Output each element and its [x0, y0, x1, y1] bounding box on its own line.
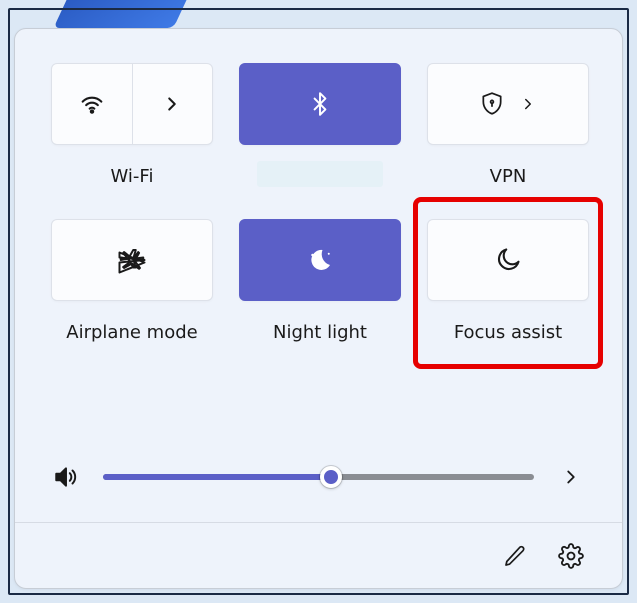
focus-assist-tile[interactable]: [427, 219, 589, 301]
tile-col-nightlight: Night light: [239, 219, 401, 347]
airplane-mode-tile[interactable]: [51, 219, 213, 301]
moon-icon: [494, 246, 522, 274]
chevron-right-icon: [519, 95, 537, 113]
wifi-icon: [78, 90, 106, 118]
pencil-icon: [503, 544, 527, 568]
wifi-tile[interactable]: [51, 63, 213, 145]
tile-col-focusassist: Focus assist: [427, 219, 589, 347]
tile-row-2: Airplane mode Night light: [51, 219, 586, 347]
nightlight-label: Night light: [239, 317, 401, 347]
wifi-label: Wi-Fi: [51, 161, 213, 191]
tiles-area: Wi-Fi: [15, 29, 622, 434]
quick-settings-panel: Wi-Fi: [14, 28, 623, 589]
settings-button[interactable]: [556, 541, 586, 571]
tile-col-bluetooth: [239, 63, 401, 191]
vpn-label: VPN: [427, 161, 589, 191]
shield-lock-icon: [479, 91, 505, 117]
wifi-toggle[interactable]: [52, 64, 132, 144]
bottom-bar: [15, 522, 622, 588]
gear-icon: [558, 543, 584, 569]
volume-expand-button[interactable]: [556, 462, 586, 492]
bluetooth-tile[interactable]: [239, 63, 401, 145]
volume-slider-thumb[interactable]: [320, 466, 342, 488]
edit-button[interactable]: [500, 541, 530, 571]
tile-col-airplane: Airplane mode: [51, 219, 213, 347]
chevron-right-icon: [161, 93, 183, 115]
tile-col-vpn: VPN: [427, 63, 589, 191]
vpn-tile[interactable]: [427, 63, 589, 145]
night-light-tile[interactable]: [239, 219, 401, 301]
airplane-icon: [117, 245, 147, 275]
wifi-expand-button[interactable]: [132, 64, 213, 144]
volume-slider[interactable]: [103, 474, 534, 480]
airplane-label: Airplane mode: [51, 317, 213, 347]
speaker-icon: [53, 464, 79, 490]
volume-row: [15, 434, 622, 522]
focusassist-label: Focus assist: [427, 317, 589, 347]
tile-col-wifi: Wi-Fi: [51, 63, 213, 191]
bluetooth-label: [257, 161, 383, 187]
bluetooth-icon: [307, 91, 333, 117]
tile-row-1: Wi-Fi: [51, 63, 586, 191]
window-accent-decoration: [53, 0, 186, 28]
volume-button[interactable]: [51, 462, 81, 492]
volume-slider-fill: [103, 474, 331, 480]
chevron-right-icon: [560, 466, 582, 488]
moon-stars-icon: [305, 245, 335, 275]
